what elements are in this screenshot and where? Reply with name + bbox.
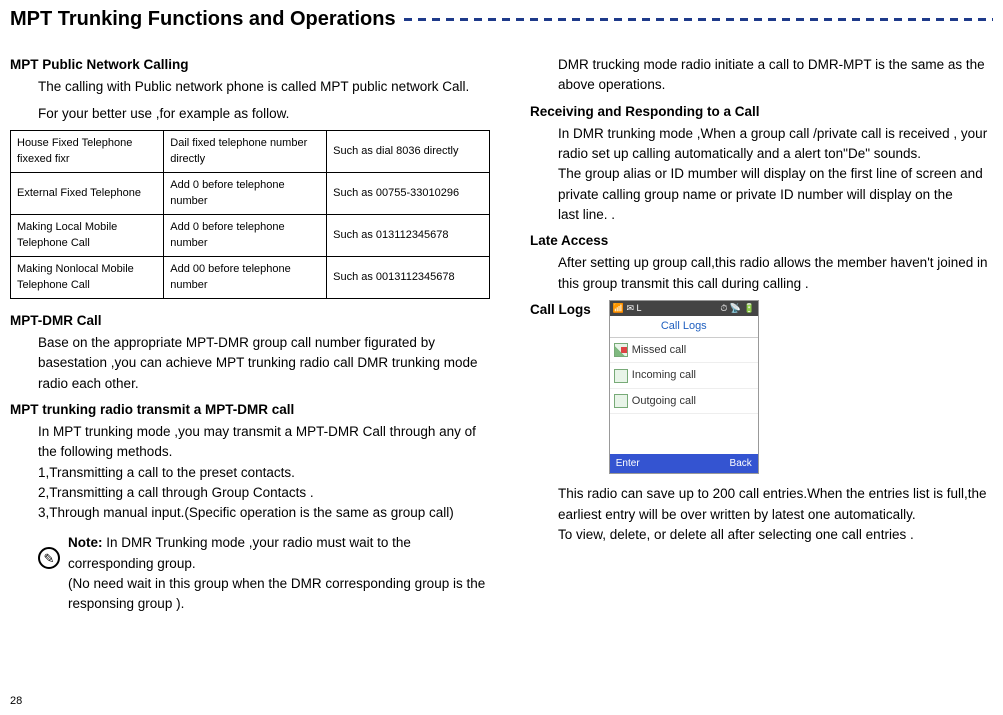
softkey-enter: Enter (616, 456, 640, 471)
cell: External Fixed Telephone (11, 172, 164, 214)
phone-menu-item: Outgoing call (610, 389, 758, 415)
text: To view, delete, or delete all after sel… (558, 525, 993, 545)
status-right: ⏱ 📡 🔋 (720, 302, 754, 316)
text: In DMR trunking mode ,When a group call … (558, 124, 993, 165)
page-number: 28 (10, 695, 22, 707)
section-call-logs: Call Logs (530, 300, 591, 320)
table-row: External Fixed Telephone Add 0 before te… (11, 172, 490, 214)
phone-item-label: Missed call (632, 342, 686, 359)
missed-call-icon (614, 343, 628, 357)
status-left: 📶 ✉ L (613, 302, 642, 316)
cell: House Fixed Telephone fixexed fixr (11, 130, 164, 172)
section-late-access: Late Access (530, 231, 993, 251)
note-label: Note: (68, 535, 103, 550)
list-item: 3,Through manual input.(Specific operati… (38, 503, 490, 523)
content: MPT Public Network Calling The calling w… (0, 35, 1003, 624)
outgoing-call-icon (614, 394, 628, 408)
incoming-call-icon (614, 369, 628, 383)
phone-status-bar: 📶 ✉ L ⏱ 📡 🔋 (610, 301, 758, 317)
cell: Such as 00755-33010296 (327, 172, 490, 214)
note-block: ✎ Note: In DMR Trunking mode ,your radio… (38, 533, 490, 614)
phone-screenshot: 📶 ✉ L ⏱ 📡 🔋 Call Logs Missed call Incomi… (609, 300, 759, 475)
text: The calling with Public network phone is… (38, 77, 490, 97)
text: Base on the appropriate MPT-DMR group ca… (38, 333, 490, 394)
phone-item-label: Outgoing call (632, 393, 696, 410)
phone-screen-title: Call Logs (610, 316, 758, 338)
text: DMR trucking mode radio initiate a call … (558, 55, 993, 96)
right-column: DMR trucking mode radio initiate a call … (530, 55, 993, 614)
list-item: 1,Transmitting a call to the preset cont… (38, 463, 490, 483)
cell: Add 0 before telephone number (164, 214, 327, 256)
text: In MPT trunking mode ,you may transmit a… (38, 422, 490, 463)
text: This radio can save up to 200 call entri… (558, 484, 993, 525)
cell: Such as 013112345678 (327, 214, 490, 256)
header-dash-line (404, 18, 993, 21)
text: The group alias or ID mumber will displa… (558, 164, 993, 205)
note-body: In DMR Trunking mode ,your radio must wa… (68, 535, 411, 570)
note-text: Note: In DMR Trunking mode ,your radio m… (68, 533, 490, 614)
section-receiving: Receiving and Responding to a Call (530, 102, 993, 122)
pencil-note-icon: ✎ (38, 547, 60, 569)
list-item: 2,Transmitting a call through Group Cont… (38, 483, 490, 503)
cell: Making Local Mobile Telephone Call (11, 214, 164, 256)
phone-item-label: Incoming call (632, 367, 696, 384)
table-row: House Fixed Telephone fixexed fixr Dail … (11, 130, 490, 172)
section-mpt-dmr: MPT-DMR Call (10, 311, 490, 331)
softkey-back: Back (730, 456, 752, 471)
page-header: MPT Trunking Functions and Operations (0, 0, 1003, 35)
cell: Dail fixed telephone number directly (164, 130, 327, 172)
table-row: Making Nonlocal Mobile Telephone Call Ad… (11, 256, 490, 298)
table-row: Making Local Mobile Telephone Call Add 0… (11, 214, 490, 256)
phone-menu-item: Incoming call (610, 363, 758, 389)
dial-examples-table: House Fixed Telephone fixexed fixr Dail … (10, 130, 490, 299)
phone-softkey-bar: Enter Back (610, 454, 758, 473)
cell: Add 0 before telephone number (164, 172, 327, 214)
cell: Making Nonlocal Mobile Telephone Call (11, 256, 164, 298)
section-mpt-dmr-transmit: MPT trunking radio transmit a MPT-DMR ca… (10, 400, 490, 420)
phone-menu-item: Missed call (610, 338, 758, 364)
cell: Such as dial 8036 directly (327, 130, 490, 172)
cell: Add 00 before telephone number (164, 256, 327, 298)
cell: Such as 0013112345678 (327, 256, 490, 298)
text: last line. . (558, 205, 993, 225)
text: For your better use ,for example as foll… (38, 104, 490, 124)
page-title: MPT Trunking Functions and Operations (10, 8, 396, 31)
section-mpt-public: MPT Public Network Calling (10, 55, 490, 75)
phone-blank-area (610, 414, 758, 454)
text: After setting up group call,this radio a… (558, 253, 993, 294)
left-column: MPT Public Network Calling The calling w… (10, 55, 490, 614)
note-body-2: (No need wait in this group when the DMR… (68, 574, 490, 615)
